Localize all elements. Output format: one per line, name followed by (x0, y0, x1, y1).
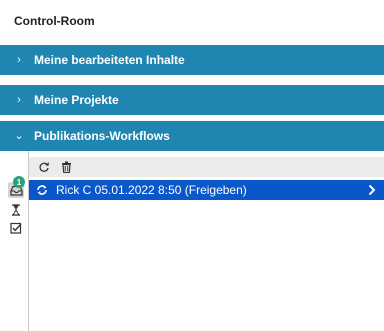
section-publikations-workflows[interactable]: ⌄ Publikations-Workflows (0, 121, 384, 151)
workflow-row-label: Rick C 05.01.2022 8:50 (Freigeben) (56, 183, 247, 197)
section-label: Meine Projekte (34, 93, 119, 107)
section-meine-projekte[interactable]: › Meine Projekte (0, 85, 384, 115)
hourglass-icon[interactable] (8, 202, 24, 218)
checklist-icon[interactable] (8, 220, 24, 236)
notification-badge: 1 (13, 176, 25, 188)
chevron-right-icon: › (17, 93, 21, 106)
chevron-right-icon (368, 183, 378, 197)
refresh-icon[interactable] (37, 160, 51, 174)
section-meine-bearbeiteten-inhalte[interactable]: › Meine bearbeiteten Inhalte (0, 45, 384, 75)
page-title: Control-Room (14, 14, 95, 28)
section-label: Meine bearbeiteten Inhalte (34, 53, 185, 67)
panel-divider (28, 151, 29, 331)
workflow-cycle-icon (35, 183, 49, 197)
section-label: Publikations-Workflows (34, 129, 170, 143)
chevron-down-icon: ⌄ (14, 129, 24, 142)
workflow-row[interactable]: Rick C 05.01.2022 8:50 (Freigeben) (29, 180, 384, 200)
workflow-toolbar (29, 157, 384, 177)
trash-icon[interactable] (59, 160, 73, 174)
chevron-right-icon: › (17, 53, 21, 66)
